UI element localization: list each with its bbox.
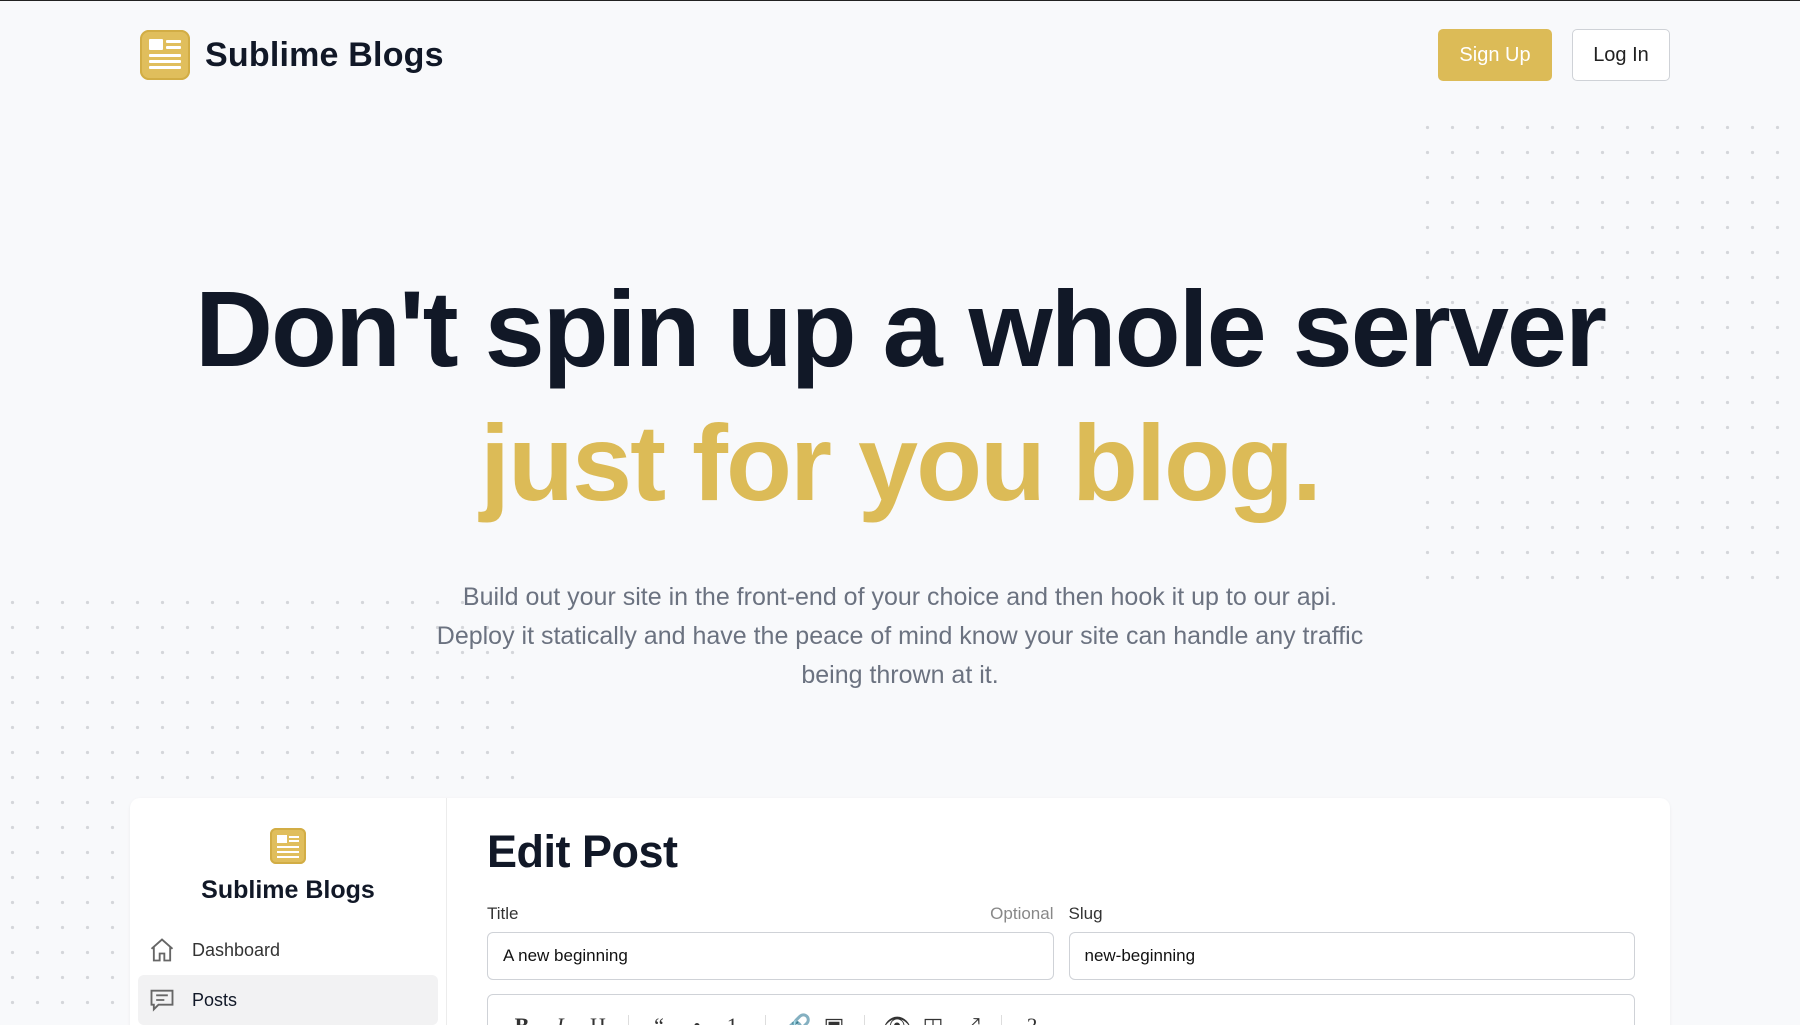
slug-input[interactable] xyxy=(1068,932,1635,980)
image-icon[interactable]: ▣ xyxy=(822,1013,846,1025)
bold-icon[interactable]: B xyxy=(510,1013,534,1025)
hero-section: Don't spin up a whole server just for yo… xyxy=(0,262,1800,695)
help-icon[interactable]: ? xyxy=(1020,1013,1044,1025)
chat-icon xyxy=(150,989,174,1012)
toolbar-divider xyxy=(765,1015,766,1025)
editor-toolbar: B I H “ • 1. 🔗 ▣ 👁 ◫ ⤢ ? xyxy=(487,994,1635,1025)
slug-field-group: Slug xyxy=(1068,904,1636,980)
unordered-list-icon[interactable]: • xyxy=(685,1013,709,1025)
sidebar-item-dashboard[interactable]: Dashboard xyxy=(138,925,438,975)
top-border xyxy=(0,0,1800,1)
slug-field-header: Slug xyxy=(1069,904,1636,924)
toolbar-divider xyxy=(628,1015,629,1025)
ordered-list-icon[interactable]: 1. xyxy=(723,1013,747,1025)
nav-buttons: Sign Up Log In xyxy=(1438,29,1670,81)
post-fields: Title Optional Slug xyxy=(487,904,1635,980)
brand-title: Sublime Blogs xyxy=(205,35,444,74)
page-title: Edit Post xyxy=(487,826,678,877)
title-label: Title xyxy=(487,904,519,923)
sidebar-brand-title: Sublime Blogs xyxy=(201,876,375,904)
brand[interactable]: Sublime Blogs xyxy=(140,30,444,80)
preview-sidebar: Sublime Blogs Dashboard Posts xyxy=(130,798,447,1025)
italic-icon[interactable]: I xyxy=(548,1013,572,1025)
log-in-button[interactable]: Log In xyxy=(1572,29,1670,81)
hero-headline-line1: Don't spin up a whole server xyxy=(195,268,1607,389)
editor-main: Edit Post Title Optional Slug B I H “ xyxy=(447,798,1670,1025)
fullscreen-icon[interactable]: ⤢ xyxy=(959,1013,983,1025)
hero-headline-line2: just for you blog. xyxy=(480,402,1322,523)
newspaper-logo-icon xyxy=(140,30,190,80)
slug-label: Slug xyxy=(1068,904,1103,923)
link-icon[interactable]: 🔗 xyxy=(784,1013,811,1025)
title-field-header: Title Optional xyxy=(487,904,1054,924)
heading-icon[interactable]: H xyxy=(586,1013,610,1025)
newspaper-logo-icon xyxy=(270,828,306,864)
sidebar-item-label: Dashboard xyxy=(192,939,281,960)
sidebar-item-posts[interactable]: Posts xyxy=(138,975,438,1025)
hero-headline: Don't spin up a whole server just for yo… xyxy=(0,262,1800,530)
sidebar-item-label: Posts xyxy=(192,989,238,1010)
title-input[interactable] xyxy=(487,932,1054,980)
toolbar-divider xyxy=(864,1015,865,1025)
optional-hint: Optional xyxy=(990,904,1054,923)
hero-description: Build out your site in the front-end of … xyxy=(436,583,1364,689)
app-preview-card: Sublime Blogs Dashboard Posts Edit Post … xyxy=(130,798,1670,1025)
quote-icon[interactable]: “ xyxy=(647,1013,671,1025)
toolbar-divider xyxy=(1001,1015,1002,1025)
home-icon xyxy=(150,938,174,962)
site-header: Sublime Blogs Sign Up Log In xyxy=(140,28,1670,82)
preview-icon[interactable]: 👁 xyxy=(883,1013,911,1025)
title-field-group: Title Optional xyxy=(487,904,1054,980)
side-by-side-icon[interactable]: ◫ xyxy=(921,1013,945,1025)
sign-up-button[interactable]: Sign Up xyxy=(1438,29,1552,81)
